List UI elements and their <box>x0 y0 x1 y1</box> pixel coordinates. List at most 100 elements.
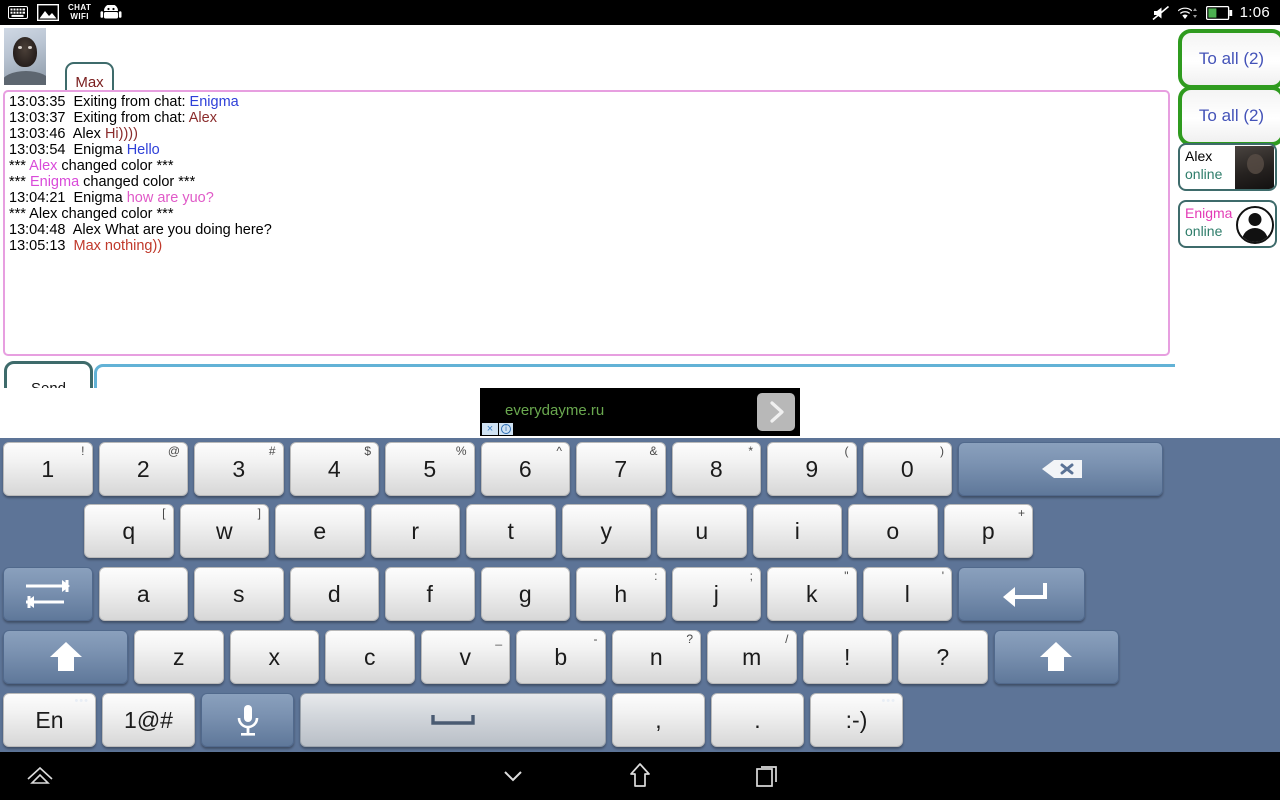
key-j[interactable]: j; <box>671 567 761 621</box>
key-u[interactable]: u <box>657 504 747 558</box>
avatar-face <box>13 37 37 67</box>
user-card-enigma[interactable]: Enigma online <box>1178 200 1277 248</box>
key-label: i <box>794 517 800 544</box>
user-card-alex[interactable]: Alex online <box>1178 143 1277 191</box>
to-all-button-2[interactable]: To all (2) <box>1178 86 1280 146</box>
key-7[interactable]: 7 & <box>576 442 666 496</box>
chat-line: 13:04:21 Enigma how are yuo? <box>9 190 1168 206</box>
chat-nick: Alex <box>188 110 217 126</box>
key-p[interactable]: p + <box>943 504 1033 558</box>
chat-text: changed color *** <box>79 174 196 190</box>
key-3[interactable]: 3 # <box>194 442 284 496</box>
key-![interactable]: ! <box>802 630 892 684</box>
hide-keyboard-chevron-icon[interactable] <box>490 752 536 800</box>
key-label: p <box>981 517 995 544</box>
key-e[interactable]: e <box>275 504 365 558</box>
mute-icon <box>1152 5 1170 21</box>
key-label: x <box>268 643 281 670</box>
key-4[interactable]: 4 $ <box>289 442 379 496</box>
key-o[interactable]: o <box>848 504 938 558</box>
chat-line: 13:04:48 Alex What are you doing here? <box>9 222 1168 238</box>
key-0[interactable]: 0) <box>862 442 952 496</box>
key-label: 1@# <box>124 706 173 733</box>
key-2[interactable]: 2 @ <box>98 442 188 496</box>
key-:-)[interactable]: :-) ••• <box>810 693 903 747</box>
key-b[interactable]: b- <box>516 630 606 684</box>
key-En[interactable]: En ••• <box>3 693 96 747</box>
key-l[interactable]: l ' <box>862 567 952 621</box>
shift-left-icon[interactable] <box>3 630 128 684</box>
key-1[interactable]: 1! <box>3 442 93 496</box>
key-label: l <box>904 580 910 607</box>
key-t[interactable]: t <box>466 504 556 558</box>
ad-banner[interactable]: everydayme.ru × i <box>480 388 800 436</box>
key-label: t <box>507 517 514 544</box>
key-label: v <box>459 643 472 670</box>
key-6[interactable]: 6 ^ <box>480 442 570 496</box>
key-d[interactable]: d <box>289 567 379 621</box>
shift-right-icon[interactable] <box>993 630 1119 684</box>
key-y[interactable]: y <box>561 504 651 558</box>
key-x[interactable]: x <box>229 630 319 684</box>
key-r[interactable]: r <box>370 504 460 558</box>
key-label: s <box>233 580 245 607</box>
key-1@#[interactable]: 1@# <box>102 693 195 747</box>
key-,[interactable]: , <box>612 693 705 747</box>
key-?[interactable]: ? <box>898 630 988 684</box>
key-label: e <box>313 517 327 544</box>
ad-info-icon[interactable]: i <box>499 423 513 435</box>
key-label: r <box>411 517 420 544</box>
key-w[interactable]: w] <box>179 504 269 558</box>
key-label: m <box>742 643 762 670</box>
key-5[interactable]: 5% <box>385 442 475 496</box>
user-status: online <box>1185 223 1223 239</box>
key-label: ? <box>936 643 950 670</box>
chat-app-area: Max 13:03:35 Exiting from chat: Enigma 13… <box>0 25 1280 415</box>
key-label: n <box>649 643 663 670</box>
key-8[interactable]: 8 * <box>671 442 761 496</box>
chat-nick: Alex <box>72 222 105 238</box>
key-label: . <box>754 706 761 733</box>
chat-line: 13:03:54 Enigma Hello <box>9 142 1168 158</box>
ad-close-icon[interactable]: × <box>482 423 498 435</box>
chat-nick: Enigma <box>73 142 127 158</box>
key-alt-label: % <box>455 444 467 458</box>
key-k[interactable]: k " <box>767 567 857 621</box>
key-a[interactable]: a <box>98 567 188 621</box>
key-9[interactable]: 9( <box>767 442 857 496</box>
home-icon[interactable] <box>617 752 663 800</box>
key-g[interactable]: g <box>480 567 570 621</box>
key-z[interactable]: z <box>134 630 224 684</box>
enter-icon[interactable] <box>958 567 1085 621</box>
backspace-icon[interactable] <box>958 442 1163 496</box>
key-c[interactable]: c <box>325 630 415 684</box>
next-arrow-icon[interactable] <box>757 393 795 431</box>
key-label: 1 <box>41 455 55 482</box>
key-f[interactable]: f <box>385 567 475 621</box>
on-screen-keyboard[interactable]: 1! 2 @3 #4 $5% 6 ^ 7 & 8 * 9(0) q[w] e r t y u i o p + asdfg… <box>0 438 1280 752</box>
ad-banner-area: everydayme.ru × i <box>0 388 1280 438</box>
key-i[interactable]: i <box>752 504 842 558</box>
key-n[interactable]: n? <box>611 630 701 684</box>
tab-icon[interactable] <box>3 567 93 621</box>
key-label: b <box>554 643 568 670</box>
key-h[interactable]: h: <box>576 567 666 621</box>
key-q[interactable]: q[ <box>84 504 174 558</box>
key-m[interactable]: m / <box>707 630 797 684</box>
space-icon[interactable] <box>300 693 606 747</box>
key-v[interactable]: v _ <box>420 630 510 684</box>
key-label: u <box>695 517 709 544</box>
chat-log[interactable]: 13:03:35 Exiting from chat: Enigma 13:03:… <box>3 90 1170 356</box>
home-outline-icon[interactable] <box>18 752 62 800</box>
microphone-icon[interactable] <box>201 693 294 747</box>
chat-nick: Alex <box>29 206 58 222</box>
key-s[interactable]: s <box>194 567 284 621</box>
keyboard-row-numbers: 1! 2 @3 #4 $5% 6 ^ 7 & 8 * 9(0) <box>0 438 1280 500</box>
key-label: 3 <box>232 455 246 482</box>
to-all-button-1[interactable]: To all (2) <box>1178 29 1280 89</box>
key-label: En <box>35 706 64 733</box>
self-webcam-avatar[interactable] <box>4 28 46 85</box>
key-.[interactable]: . <box>711 693 804 747</box>
recent-apps-icon[interactable] <box>745 752 791 800</box>
key-alt-label: ' <box>941 569 944 583</box>
